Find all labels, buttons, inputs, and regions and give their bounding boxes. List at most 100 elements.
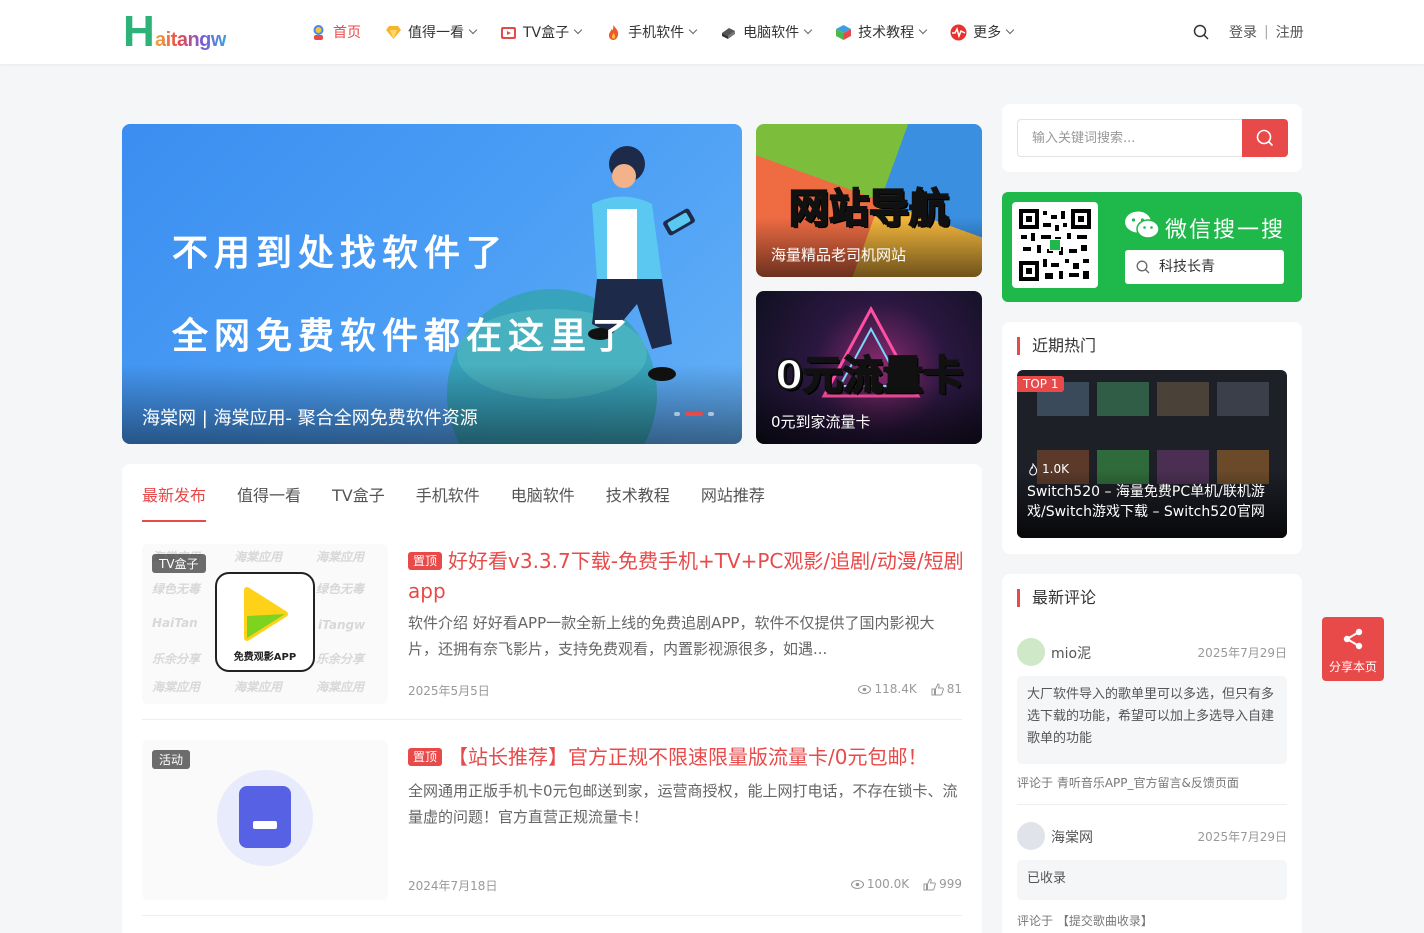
comment-text: 已收录 <box>1017 860 1287 900</box>
fire-icon <box>609 24 619 40</box>
site-navigation-card[interactable]: 网站导航 海量精品老司机网站 <box>756 124 982 277</box>
chevron-down-icon <box>918 25 928 35</box>
comment-author[interactable]: 海棠网 <box>1051 827 1093 847</box>
carousel-dot[interactable] <box>674 412 680 416</box>
document-icon <box>239 786 291 848</box>
qr-code-graphic <box>1019 209 1091 281</box>
views-stat: 100.0K <box>850 877 910 891</box>
wechat-search-box[interactable]: 科技长青 <box>1125 250 1284 284</box>
tab-worth-seeing[interactable]: 值得一看 <box>237 482 301 506</box>
nav-item-more[interactable]: 更多 <box>950 20 1015 44</box>
carousel-dot-active[interactable] <box>685 412 703 416</box>
post-stats: 100.0K 999 <box>837 877 962 891</box>
category-badge[interactable]: TV盒子 <box>152 554 206 573</box>
register-link[interactable]: 注册 <box>1276 22 1304 42</box>
comment-reference-link[interactable]: 【提交歌曲收录】 <box>1057 914 1153 928</box>
watermark-text: 绿色无毒 <box>316 582 365 596</box>
widget-title: 近期热门 <box>1017 337 1096 355</box>
post-title-text[interactable]: 好好看v3.3.7下载-免费手机+TV+PC观影/追剧/动漫/短剧app <box>408 549 964 603</box>
likes-count: 999 <box>939 877 962 891</box>
avatar[interactable] <box>1017 822 1045 850</box>
comment-text: 大厂软件导入的歌单里可以多选，但只有多选下载的功能，希望可以加上多选导入自建歌单… <box>1017 676 1287 764</box>
likes-stat[interactable]: 81 <box>931 682 962 696</box>
nav-label: 值得一看 <box>408 25 464 41</box>
comment-reference: 评论于 【提交歌曲收录】 <box>1017 912 1153 929</box>
search-icon[interactable] <box>1193 24 1209 40</box>
nav-item-tv-box[interactable]: TV盒子 <box>500 20 583 44</box>
post-excerpt: 全网通用正版手机卡0元包邮送到家，运营商授权，能上网打电话，不存在锁卡、流量虚的… <box>408 782 958 826</box>
carousel-dot[interactable] <box>708 412 714 416</box>
pinned-badge: 置顶 <box>408 552 443 570</box>
comment-date: 2025年7月29日 <box>1197 646 1287 660</box>
category-badge[interactable]: 活动 <box>152 750 191 769</box>
post-thumbnail[interactable]: 活动 <box>142 740 388 900</box>
hero-caption[interactable]: 海棠网 | 海棠应用- 聚合全网免费软件资源 <box>142 404 478 430</box>
nav-label: TV盒子 <box>523 25 570 41</box>
login-link[interactable]: 登录 <box>1229 22 1257 42</box>
wechat-search-card[interactable]: 微信搜一搜 科技长青 <box>1002 192 1302 302</box>
hot-likes-stat: 1.0K <box>1027 462 1069 476</box>
hero-headline-1: 不用到处找软件了 <box>172 233 509 274</box>
search-icon <box>1136 260 1150 274</box>
search-submit-button[interactable] <box>1242 119 1288 157</box>
post-excerpt: 软件介绍 好好看APP一款全新上线的免费追剧APP，软件不仅提供了国内影视大片，… <box>408 614 935 658</box>
side-card-caption: 0元到家流量卡 <box>771 413 871 431</box>
post-thumbnail[interactable]: 海棠应用 海棠应用 海棠应用 绿色无毒 绿色无毒 HaiTan iTangw 乐… <box>142 544 388 704</box>
tab-tutorials[interactable]: 技术教程 <box>606 482 670 506</box>
post-title[interactable]: 置顶 好好看v3.3.7下载-免费手机+TV+PC观影/追剧/动漫/短剧app <box>408 546 964 606</box>
watermark-text: 海棠应用 <box>152 680 201 694</box>
nav-label: 首页 <box>333 25 361 41</box>
watermark-text: 海棠应用 <box>316 550 365 564</box>
search-input[interactable] <box>1017 119 1243 157</box>
avatar[interactable] <box>1017 638 1045 666</box>
hot-post-card[interactable]: TOP 1 1.0K Switch520 – 海量免费PC单机/联机游戏/Swi… <box>1017 370 1287 538</box>
post-item: 海棠应用 海棠应用 海棠应用 绿色无毒 绿色无毒 HaiTan iTangw 乐… <box>142 544 964 720</box>
share-label: 分享本页 <box>1328 660 1377 674</box>
data-card-promo[interactable]: 0元流量卡 0元到家流量卡 <box>756 291 982 444</box>
site-logo[interactable]: H aitangw <box>123 10 263 54</box>
qr-code <box>1012 202 1098 288</box>
thumbs-up-icon <box>923 877 936 890</box>
hot-post-title[interactable]: Switch520 – 海量免费PC单机/联机游戏/Switch游戏下载 – S… <box>1027 482 1279 522</box>
tab-mobile-software[interactable]: 手机软件 <box>416 482 480 506</box>
post-stats: 118.4K 81 <box>844 682 962 696</box>
eye-icon <box>858 684 872 694</box>
wechat-search-query: 科技长青 <box>1159 259 1215 275</box>
post-title[interactable]: 置顶 【站长推荐】官方正规不限速限量版流量卡/0元包邮！ <box>408 742 964 772</box>
share-page-button[interactable]: 分享本页 <box>1322 617 1384 681</box>
post-title-text[interactable]: 【站长推荐】官方正规不限速限量版流量卡/0元包邮！ <box>448 745 927 769</box>
post-date: 2024年7月18日 <box>408 879 498 893</box>
comment-reference-prefix: 评论于 <box>1017 914 1054 928</box>
views-count: 100.0K <box>866 877 910 891</box>
carousel-dots <box>674 412 719 416</box>
chevron-down-icon <box>803 25 813 35</box>
post-item: 活动 置顶 【站长推荐】官方正规不限速限量版流量卡/0元包邮！ 全网通用正版手机卡… <box>142 740 962 916</box>
watermark-text: 海棠应用 <box>234 680 283 694</box>
tab-tv-box[interactable]: TV盒子 <box>332 482 385 506</box>
nav-item-home[interactable]: 首页 <box>310 20 361 44</box>
tab-pc-software[interactable]: 电脑软件 <box>511 482 575 506</box>
nav-label: 手机软件 <box>628 25 685 41</box>
comment-reference-link[interactable]: 青听音乐APP_官方留言&反馈页面 <box>1057 776 1239 790</box>
nav-item-tutorials[interactable]: 技术教程 <box>835 20 928 44</box>
category-tabs: 最新发布 值得一看 TV盒子 手机软件 电脑软件 技术教程 网站推荐 <box>142 482 796 506</box>
chevron-down-icon <box>688 25 698 35</box>
watermark-text: iTangw <box>318 618 366 632</box>
diamond-icon <box>386 25 401 39</box>
likes-count: 81 <box>946 682 962 696</box>
comment-author[interactable]: mio泥 <box>1051 643 1091 663</box>
nav-item-pc-software[interactable]: 电脑软件 <box>720 20 813 44</box>
chevron-down-icon <box>1005 25 1015 35</box>
tab-latest[interactable]: 最新发布 <box>142 482 206 506</box>
hero-carousel[interactable]: 不用到处找软件了 全网免费软件都在这里了 海棠网 | 海棠应用- 聚合全网免费软… <box>122 124 742 444</box>
thumb-circle <box>217 770 313 866</box>
latest-comments-widget: 最新评论 mio泥 2025年7月29日 大厂软件导入的歌单里可以多选，但只有多… <box>1002 574 1302 933</box>
tab-site-recommend[interactable]: 网站推荐 <box>701 482 765 506</box>
app-icon-label: 免费观影APP <box>233 652 297 663</box>
watermark-text: 绿色无毒 <box>152 582 201 596</box>
active-tab-indicator <box>142 520 206 522</box>
nav-item-mobile-software[interactable]: 手机软件 <box>605 20 698 44</box>
likes-stat[interactable]: 999 <box>923 877 962 891</box>
wechat-search-title: 微信搜一搜 <box>1165 218 1286 243</box>
nav-item-worth-seeing[interactable]: 值得一看 <box>385 20 478 44</box>
